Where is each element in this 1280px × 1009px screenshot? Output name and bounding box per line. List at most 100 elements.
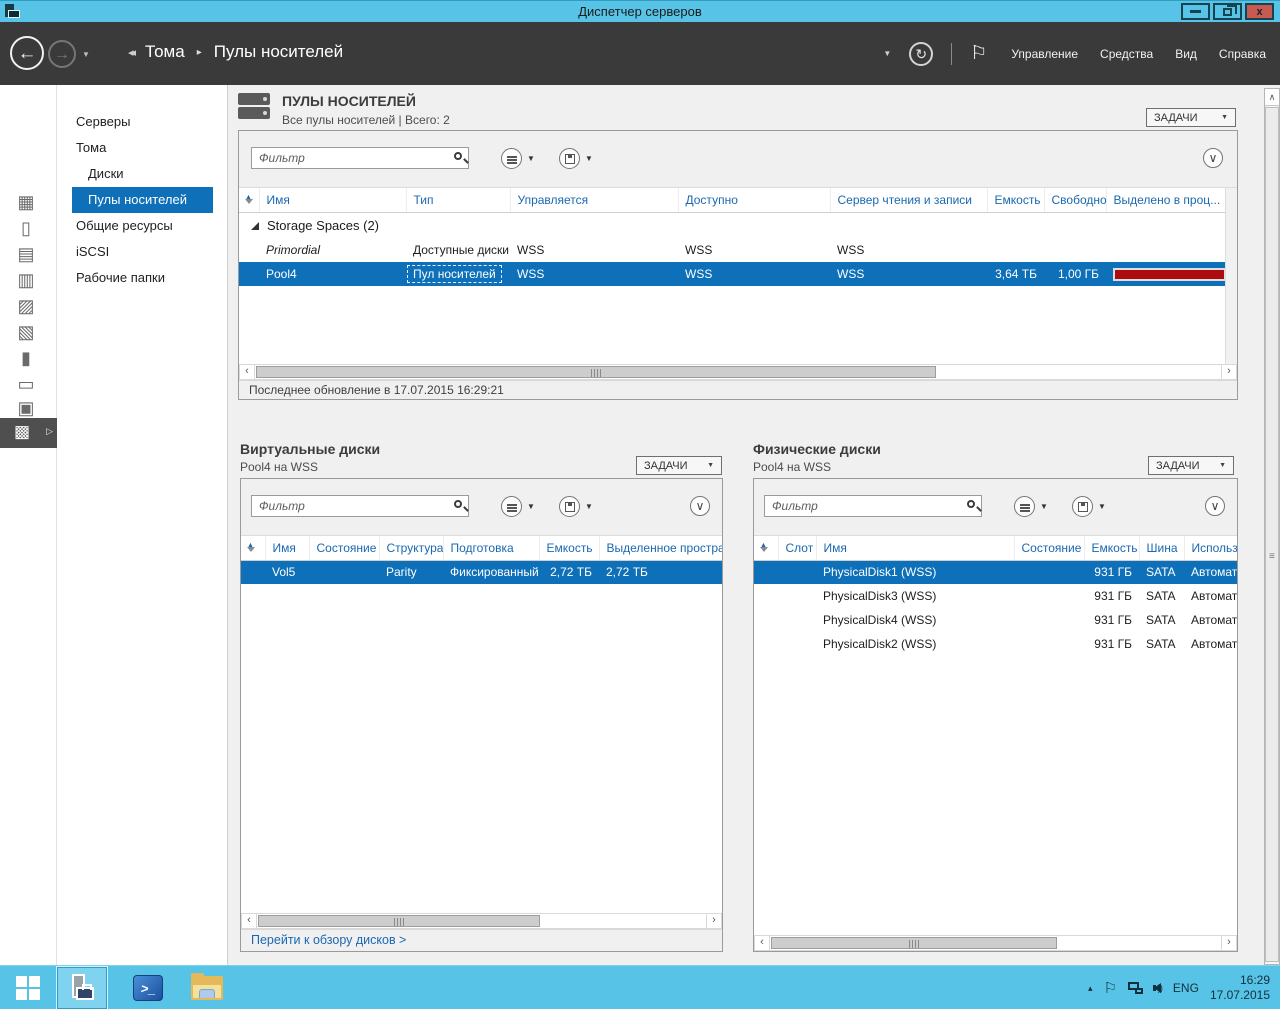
col-name[interactable]: Имя — [259, 188, 406, 212]
scroll-left-icon[interactable]: ‹ — [242, 914, 257, 928]
taskbar-explorer-button[interactable] — [183, 966, 231, 1009]
sort-filter-header[interactable]: ▲ — [754, 536, 778, 560]
sidebar-item-storage-pools[interactable]: Пулы носителей — [72, 187, 213, 213]
scrollbar-thumb[interactable] — [1265, 107, 1279, 962]
taskbar-powershell-button[interactable]: >_ — [125, 966, 171, 1009]
minimize-button[interactable] — [1181, 3, 1210, 20]
menu-view[interactable]: Вид — [1175, 47, 1197, 61]
scrollbar-thumb[interactable] — [256, 366, 936, 378]
all-servers-icon[interactable]: ▤ — [13, 243, 39, 265]
dashboard-icon[interactable]: ▦ — [13, 191, 39, 213]
col-free[interactable]: Свободно — [1044, 188, 1106, 212]
col-capacity[interactable]: Емкость — [987, 188, 1044, 212]
breadcrumb-volumes[interactable]: Тома — [145, 42, 185, 62]
col-provisioning[interactable]: Подготовка — [443, 536, 539, 560]
tray-show-hidden-icon[interactable]: ▴ — [1088, 983, 1093, 994]
col-layout[interactable]: Структура — [379, 536, 443, 560]
scroll-right-icon[interactable]: › — [706, 914, 721, 928]
vd-listview-button[interactable]: ▼ — [501, 496, 535, 517]
menu-help[interactable]: Справка — [1219, 47, 1266, 61]
performance-icon[interactable]: ▮ — [13, 347, 39, 369]
virtual-disks-filter-input[interactable] — [251, 495, 469, 517]
col-percent-allocated[interactable]: Выделено в проц... — [1106, 188, 1225, 212]
breadcrumb-storage-pools[interactable]: Пулы носителей — [214, 42, 343, 62]
virtual-disks-tasks-button[interactable]: ЗАДАЧИ▼ — [636, 456, 722, 475]
role-icon-2[interactable]: ▨ — [13, 295, 39, 317]
table-row[interactable]: PhysicalDisk2 (WSS) 931 ГБ SATA Автомати… — [754, 632, 1237, 656]
scroll-right-icon[interactable]: › — [1221, 936, 1236, 950]
sort-filter-header[interactable]: ▲ — [241, 536, 265, 560]
pools-horizontal-scrollbar[interactable]: ‹ › — [239, 364, 1237, 380]
menu-manage[interactable]: Управление — [1011, 47, 1078, 61]
table-row[interactable]: PhysicalDisk4 (WSS) 931 ГБ SATA Автомати… — [754, 608, 1237, 632]
col-name[interactable]: Имя — [816, 536, 1014, 560]
pools-tasks-button[interactable]: ЗАДАЧИ▼ — [1146, 108, 1236, 127]
restore-button[interactable] — [1213, 3, 1242, 20]
col-state[interactable]: Состояние — [1014, 536, 1084, 560]
col-slot[interactable]: Слот — [778, 536, 816, 560]
pools-export-button[interactable]: ▼ — [559, 148, 593, 169]
forward-button[interactable]: → — [48, 40, 76, 68]
nav-dropdown-icon[interactable]: ▼ — [883, 49, 891, 58]
table-row[interactable]: PhysicalDisk3 (WSS) 931 ГБ SATA Автомати… — [754, 584, 1237, 608]
content-vertical-scrollbar[interactable]: ∧ — [1264, 88, 1280, 965]
col-capacity[interactable]: Емкость — [539, 536, 599, 560]
clock[interactable]: 16:29 17.07.2015 — [1210, 973, 1274, 1003]
col-type[interactable]: Тип — [406, 188, 510, 212]
table-row[interactable]: Primordial Доступные диски WSS WSS WSS — [239, 238, 1225, 262]
pd-horizontal-scrollbar[interactable]: ‹ › — [754, 935, 1237, 951]
col-bus[interactable]: Шина — [1139, 536, 1184, 560]
pools-vertical-scrollbar[interactable] — [1225, 188, 1237, 364]
physical-disks-tasks-button[interactable]: ЗАДАЧИ▼ — [1148, 456, 1234, 475]
sidebar-item-iscsi[interactable]: iSCSI — [57, 239, 227, 265]
history-dropdown-icon[interactable]: ▼ — [82, 50, 90, 59]
col-capacity[interactable]: Емкость — [1084, 536, 1139, 560]
pd-listview-button[interactable]: ▼ — [1014, 496, 1048, 517]
refresh-icon[interactable]: ↻ — [909, 42, 933, 66]
notifications-flag-icon[interactable]: ⚐ — [970, 42, 987, 65]
physical-disks-filter-input[interactable] — [764, 495, 982, 517]
bpa-icon[interactable]: ▣ — [13, 397, 39, 419]
col-allocated[interactable]: Выделенное пространство — [599, 536, 722, 560]
back-button[interactable]: ← — [10, 36, 44, 70]
role-icon-3[interactable]: ▧ — [13, 321, 39, 343]
sidebar-item-servers[interactable]: Серверы — [57, 109, 227, 135]
pd-export-button[interactable]: ▼ — [1072, 496, 1106, 517]
sidebar-item-volumes[interactable]: Тома — [57, 135, 227, 161]
volume-icon[interactable]: )) — [1154, 983, 1162, 993]
vd-export-button[interactable]: ▼ — [559, 496, 593, 517]
scroll-left-icon[interactable]: ‹ — [755, 936, 770, 950]
scroll-left-icon[interactable]: ‹ — [240, 365, 255, 379]
table-row-selected[interactable]: PhysicalDisk1 (WSS) 931 ГБ SATA Автомати… — [754, 560, 1237, 584]
pools-listview-button[interactable]: ▼ — [501, 148, 535, 169]
local-server-icon[interactable]: ▯ — [13, 217, 39, 239]
vd-collapse-button[interactable]: ∨ — [690, 496, 710, 516]
pools-collapse-button[interactable]: ∨ — [1203, 148, 1223, 168]
col-managed-by[interactable]: Управляется — [510, 188, 678, 212]
recent-pages-icon[interactable]: ◂◂ — [128, 46, 133, 59]
table-row-selected[interactable]: Vol5 Parity Фиксированный 2,72 ТБ 2,72 Т… — [241, 560, 722, 584]
file-storage-services-icon[interactable]: ▩ ▷ — [0, 418, 57, 448]
col-state[interactable]: Состояние — [309, 536, 379, 560]
sidebar-item-shares[interactable]: Общие ресурсы — [57, 213, 227, 239]
col-available-to[interactable]: Доступно — [678, 188, 830, 212]
sort-filter-header[interactable]: ▲ — [239, 188, 259, 212]
menu-tools[interactable]: Средства — [1100, 47, 1153, 61]
vd-horizontal-scrollbar[interactable]: ‹ › — [241, 913, 722, 929]
role-icon-1[interactable]: ▥ — [13, 269, 39, 291]
network-icon[interactable] — [1128, 982, 1143, 994]
language-indicator[interactable]: ENG — [1173, 981, 1199, 995]
sidebar-item-disks[interactable]: Диски — [57, 161, 227, 187]
scrollbar-thumb[interactable] — [771, 937, 1057, 949]
col-usage[interactable]: Использование — [1184, 536, 1237, 560]
col-name[interactable]: Имя — [265, 536, 309, 560]
action-center-flag-icon[interactable]: ⚐ — [1103, 979, 1116, 997]
col-rw-server[interactable]: Сервер чтения и записи — [830, 188, 987, 212]
close-button[interactable]: x — [1245, 3, 1274, 20]
scroll-right-icon[interactable]: › — [1221, 365, 1236, 379]
pools-filter-input[interactable] — [251, 147, 469, 169]
start-button[interactable] — [0, 966, 56, 1009]
pd-collapse-button[interactable]: ∨ — [1205, 496, 1225, 516]
disks-overview-link[interactable]: Перейти к обзору дисков > — [241, 929, 722, 951]
scrollbar-thumb[interactable] — [258, 915, 540, 927]
